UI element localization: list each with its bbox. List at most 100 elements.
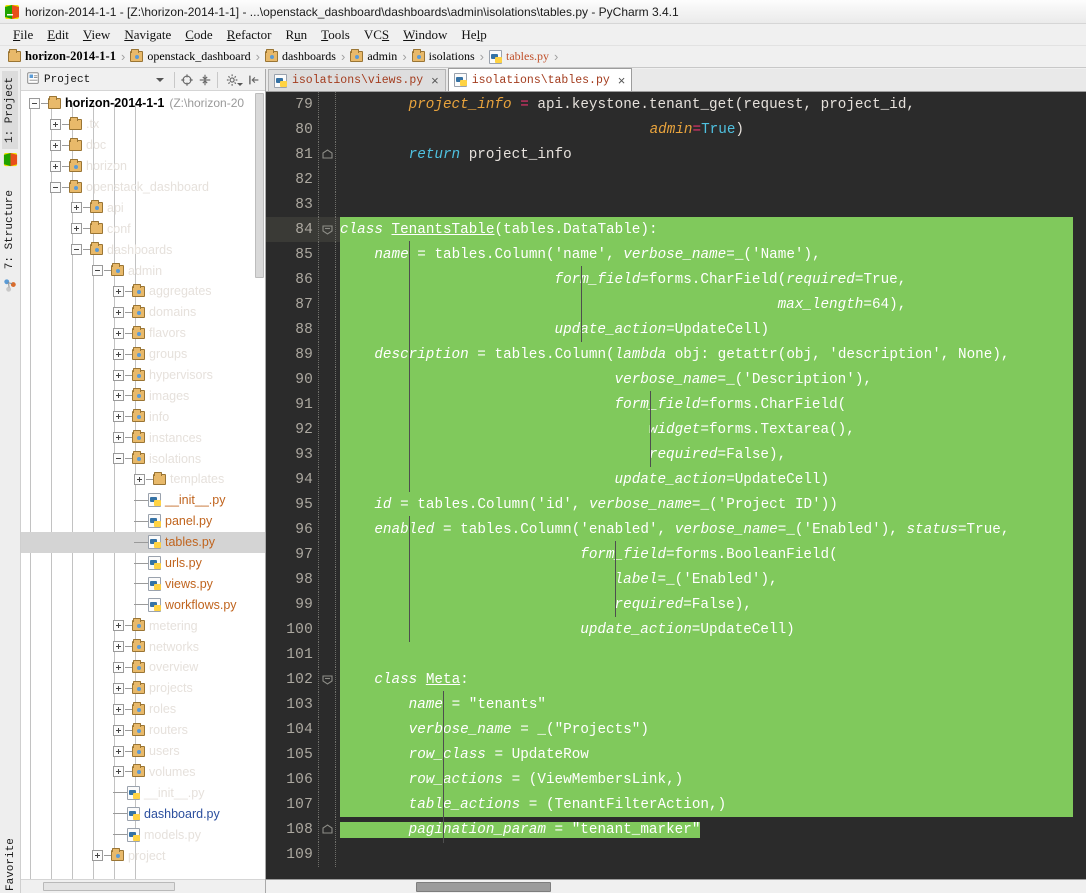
fold-gutter[interactable] (318, 642, 340, 667)
tree-expand-icon[interactable] (113, 348, 124, 360)
code-text[interactable]: pagination_param = "tenant_marker" (340, 816, 1086, 843)
tree-expand-icon[interactable] (113, 369, 124, 381)
fold-gutter[interactable] (318, 542, 340, 567)
line-number-gutter[interactable]: 95 (266, 492, 318, 517)
fold-gutter[interactable] (318, 817, 340, 842)
code-line[interactable]: 92 widget = forms. Textarea (), (266, 416, 1086, 443)
project-view-combo[interactable]: Project (23, 69, 171, 90)
code-line[interactable]: 94 update_action = UpdateCell) (266, 466, 1086, 493)
line-number-gutter[interactable]: 107 (266, 792, 318, 817)
line-number-gutter[interactable]: 97 (266, 542, 318, 567)
fold-gutter[interactable] (318, 467, 340, 492)
code-line[interactable]: 104 verbose_name = _ (" Projects ") (266, 716, 1086, 743)
code-line[interactable]: 99 required = False), (266, 591, 1086, 618)
code-line[interactable]: 87 max_length = 64), (266, 291, 1086, 318)
tree-item[interactable]: instances (21, 427, 265, 448)
fold-gutter[interactable] (318, 842, 340, 867)
code-line[interactable]: 82 (266, 167, 1086, 192)
code-text[interactable]: widget = forms. Textarea (), (340, 416, 1086, 443)
breadcrumb-item-admin[interactable]: admin (350, 49, 397, 64)
line-number-gutter[interactable]: 101 (266, 642, 318, 667)
fold-marker-icon[interactable] (322, 674, 333, 685)
tree-item[interactable]: dashboards (21, 239, 265, 260)
line-number-gutter[interactable]: 100 (266, 617, 318, 642)
code-line[interactable]: 88 update_action = UpdateCell) (266, 316, 1086, 343)
code-line[interactable]: 109 (266, 842, 1086, 867)
code-line[interactable]: 108 pagination_param = "tenant_marker" (266, 816, 1086, 843)
menu-help[interactable]: Help (454, 25, 493, 45)
fold-marker-icon[interactable] (322, 149, 333, 160)
code-text[interactable]: form_field = forms. BooleanField( (340, 541, 1086, 568)
code-line[interactable]: 103 name = " tenants " (266, 691, 1086, 718)
line-number-gutter[interactable]: 103 (266, 692, 318, 717)
tree-item[interactable]: networks (21, 636, 265, 657)
tree-item[interactable]: images (21, 385, 265, 406)
tool-tab-structure[interactable]: 7: Structure (2, 184, 18, 275)
tree-item[interactable]: flavors (21, 323, 265, 344)
line-number-gutter[interactable]: 91 (266, 392, 318, 417)
line-number-gutter[interactable]: 89 (266, 342, 318, 367)
project-tree[interactable]: horizon-2014-1-1 (Z:\horizon-20 .tx doc hori… (21, 91, 265, 879)
tree-expand-icon[interactable] (113, 661, 124, 673)
breadcrumb-item-dashboards[interactable]: dashboards (264, 49, 336, 64)
line-number-gutter[interactable]: 106 (266, 767, 318, 792)
fold-gutter[interactable] (318, 767, 340, 792)
code-line[interactable]: 98 label = _ (' Enabled '), (266, 566, 1086, 593)
code-text[interactable] (340, 167, 1086, 192)
code-line[interactable]: 81 return project_info (266, 142, 1086, 167)
line-number-gutter[interactable]: 92 (266, 417, 318, 442)
menu-code[interactable]: Code (178, 25, 219, 45)
code-text[interactable]: form_field = forms. CharField(required = True… (340, 266, 1086, 293)
fold-gutter[interactable] (318, 667, 340, 692)
code-line[interactable]: 91 form_field = forms. CharField( (266, 391, 1086, 418)
tree-expand-icon[interactable] (113, 411, 124, 423)
tree-expand-icon[interactable] (134, 473, 145, 485)
editor-marker-bar[interactable] (1073, 92, 1086, 879)
code-text[interactable]: update_action = UpdateCell) (340, 316, 1086, 343)
code-line[interactable]: 90 verbose_name = _ (' Description '), (266, 366, 1086, 393)
code-line[interactable]: 80 admin=True) (266, 117, 1086, 142)
code-line[interactable]: 85 name = tables. Column (' name ', verbose_… (266, 241, 1086, 268)
menu-view[interactable]: View (76, 25, 117, 45)
line-number-gutter[interactable]: 96 (266, 517, 318, 542)
tree-collapse-icon[interactable] (71, 244, 82, 256)
code-line[interactable]: 100 update_action = UpdateCell) (266, 616, 1086, 643)
fold-gutter[interactable] (318, 792, 340, 817)
code-line[interactable]: 86 form_field = forms. CharField(required = T… (266, 266, 1086, 293)
line-number-gutter[interactable]: 87 (266, 292, 318, 317)
menu-window[interactable]: Window (396, 25, 454, 45)
fold-gutter[interactable] (318, 92, 340, 117)
tree-collapse-icon[interactable] (113, 453, 124, 465)
code-text[interactable]: update_action = UpdateCell) (340, 466, 1086, 493)
tree-expand-icon[interactable] (113, 432, 124, 444)
tree-collapse-icon[interactable] (50, 181, 61, 193)
tool-tab-project[interactable]: 1: Project (2, 71, 18, 150)
code-text[interactable]: form_field = forms. CharField( (340, 391, 1086, 418)
menu-navigate[interactable]: Navigate (117, 25, 178, 45)
menu-vcs[interactable]: VCS (357, 25, 396, 45)
gear-icon[interactable] (221, 71, 245, 89)
line-number-gutter[interactable]: 94 (266, 467, 318, 492)
code-text[interactable]: required = False), (340, 591, 1086, 618)
line-number-gutter[interactable]: 99 (266, 592, 318, 617)
tree-item[interactable]: info (21, 406, 265, 427)
code-editor[interactable]: 79 project_info = api. keystone. tenant_ge… (266, 92, 1086, 879)
code-text[interactable]: update_action = UpdateCell) (340, 616, 1086, 643)
tree-item[interactable]: horizon (21, 156, 265, 177)
breadcrumb-item-horizon-2014-1-1[interactable]: horizon-2014-1-1 (8, 49, 116, 64)
line-number-gutter[interactable]: 86 (266, 267, 318, 292)
code-text[interactable]: class Meta: (340, 667, 1086, 692)
tree-expand-icon[interactable] (113, 703, 124, 715)
scroll-from-source-button[interactable] (178, 71, 196, 89)
code-line[interactable]: 83 (266, 192, 1086, 217)
tree-expand-icon[interactable] (50, 118, 61, 130)
code-text[interactable] (340, 117, 1086, 142)
tree-item[interactable]: views.py (21, 573, 265, 594)
code-line[interactable]: 84 class TenantsTable(tables. DataTable): (266, 217, 1086, 242)
tree-horizontal-scrollbar[interactable] (43, 882, 175, 891)
tree-item[interactable]: __init__.py (21, 782, 265, 803)
line-number-gutter[interactable]: 93 (266, 442, 318, 467)
code-text[interactable]: table_actions = (TenantFilterAction,) (340, 791, 1086, 818)
line-number-gutter[interactable]: 105 (266, 742, 318, 767)
tree-expand-icon[interactable] (113, 724, 124, 736)
